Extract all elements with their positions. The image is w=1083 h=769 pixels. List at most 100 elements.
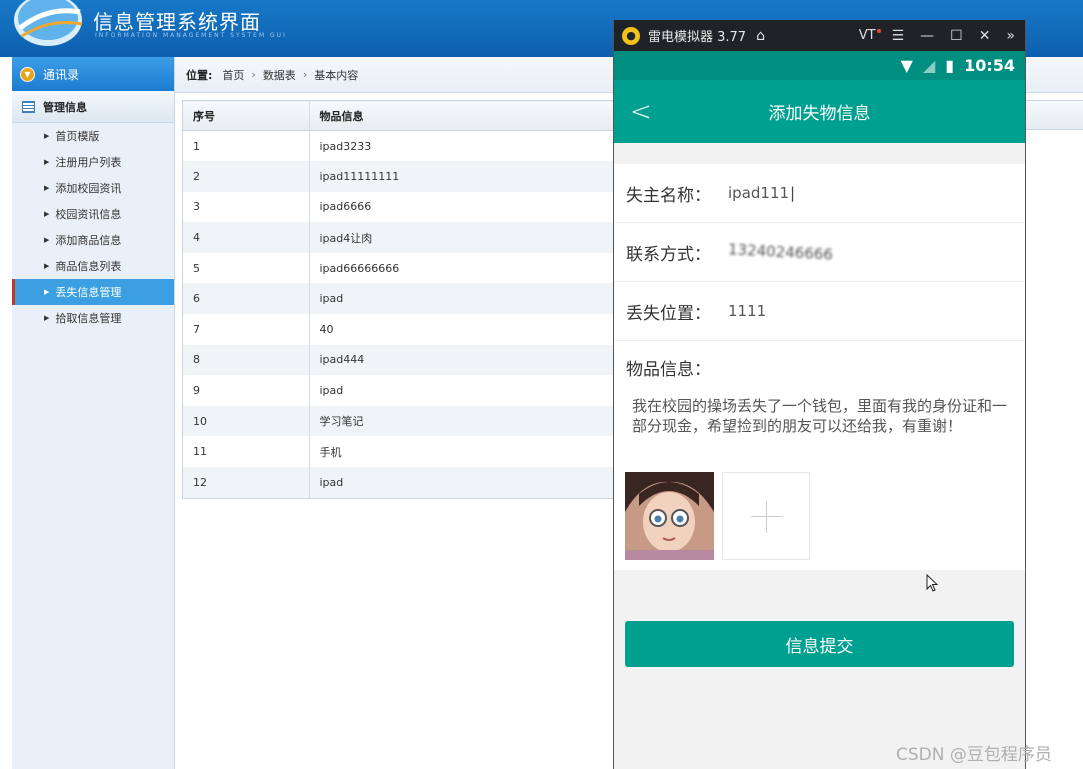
column-header-index[interactable]: 序号 bbox=[183, 100, 310, 131]
mouse-cursor-icon bbox=[926, 574, 938, 592]
table-header-row: 序号 物品信息 bbox=[183, 100, 615, 131]
table-row[interactable]: 10 学习笔记 bbox=[183, 405, 615, 437]
table-row[interactable]: 8 ipad444 bbox=[183, 344, 615, 376]
sidebar-item-label: 丢失信息管理 bbox=[55, 286, 122, 299]
close-icon[interactable]: ✕ bbox=[979, 28, 991, 44]
sidebar-item-label: 首页模版 bbox=[55, 130, 100, 143]
app-subtitle: INFORMATION MANAGEMENT SYSTEM GUI bbox=[95, 32, 287, 39]
sidebar-section-label: 管理信息 bbox=[43, 100, 87, 114]
sidebar-item-home-template[interactable]: ▶ 首页模版 bbox=[12, 123, 174, 149]
sidebar-item-contacts[interactable]: ▼ 通讯录 bbox=[12, 57, 174, 91]
cell-item-info: ipad bbox=[309, 375, 615, 406]
breadcrumb: 位置: 首页 › 数据表 › 基本内容 bbox=[175, 57, 615, 93]
cell-index: 6 bbox=[183, 283, 310, 315]
emulator-window: ● 雷电模拟器 3.77 ⌂ VT ☰ — ☐ ✕ » ▼ ◢ ▮ 10:54 … bbox=[613, 20, 1026, 769]
description-label: 物品信息： bbox=[626, 360, 711, 380]
cell-index: 12 bbox=[183, 467, 310, 498]
table-row[interactable]: 1 ipad3233 bbox=[183, 130, 615, 162]
screen-title: 添加失物信息 bbox=[768, 104, 871, 124]
cell-item-info: ipad bbox=[309, 467, 615, 498]
breadcrumb-label: 位置: bbox=[186, 68, 213, 82]
lost-item-form: 失主名称： ipad111 联系方式： 13240246666 丢失位置： 11… bbox=[614, 164, 1025, 570]
list-icon bbox=[22, 100, 35, 113]
no-signal-icon: ◢ bbox=[922, 56, 936, 75]
sidebar-item-lost-manage[interactable]: ▶ 丢失信息管理 bbox=[12, 279, 174, 305]
owner-name-row: 失主名称： ipad111 bbox=[614, 164, 1025, 223]
table-row[interactable]: 9 ipad bbox=[183, 375, 615, 406]
emulator-title: 雷电模拟器 3.77 bbox=[648, 30, 747, 45]
data-table: 序号 物品信息 1 ipad3233 2 ipad11111111 3 ipad6666 4… bbox=[182, 100, 615, 499]
table-row[interactable]: 4 ipad4让肉 bbox=[183, 222, 615, 253]
cell-item-info: 40 bbox=[309, 314, 615, 345]
breadcrumb-link-datatable[interactable]: 数据表 bbox=[263, 67, 296, 83]
globe-logo-icon bbox=[14, 0, 83, 46]
sidebar: ▼ 通讯录 管理信息 ▶ 首页模版 ▶ 注册用户列表 ▶ 添加校园资讯 ▶ 校园… bbox=[12, 57, 175, 769]
description-textarea[interactable]: 我在校园的操场丢失了一个钱包，里面有我的身份证和一部分现金，希望捡到的朋友可以还… bbox=[614, 380, 1025, 436]
image-picker bbox=[614, 436, 1025, 570]
maximize-icon[interactable]: ☐ bbox=[950, 28, 963, 44]
back-arrow-icon[interactable]: < bbox=[630, 97, 652, 127]
cell-index: 5 bbox=[183, 252, 310, 284]
location-label: 丢失位置： bbox=[626, 303, 711, 324]
menu-icon[interactable]: ☰ bbox=[892, 28, 905, 44]
sidebar-item-label: 校园资讯信息 bbox=[55, 208, 122, 221]
sidebar-item-label: 添加校园资讯 bbox=[55, 182, 122, 195]
table-row[interactable]: 7 40 bbox=[183, 314, 615, 345]
column-header-item-info[interactable]: 物品信息 bbox=[309, 100, 615, 131]
cell-index: 10 bbox=[183, 405, 310, 437]
wifi-icon: ▼ bbox=[900, 56, 913, 75]
cell-item-info: ipad444 bbox=[309, 344, 615, 376]
location-input[interactable]: 1111 bbox=[728, 302, 766, 320]
android-status-bar: ▼ ◢ ▮ 10:54 bbox=[614, 51, 1025, 80]
sidebar-item-user-list[interactable]: ▶ 注册用户列表 bbox=[12, 149, 174, 175]
table-row[interactable]: 6 ipad bbox=[183, 283, 615, 315]
add-photo-button[interactable] bbox=[722, 472, 810, 560]
caret-right-icon: ▶ bbox=[44, 236, 50, 244]
submit-button[interactable]: 信息提交 bbox=[625, 621, 1014, 667]
contact-input[interactable]: 13240246666 bbox=[728, 240, 834, 263]
breadcrumb-current: 基本内容 bbox=[314, 68, 359, 82]
contact-row: 联系方式： 13240246666 bbox=[614, 223, 1025, 282]
sidebar-item-add-product[interactable]: ▶ 添加商品信息 bbox=[12, 227, 174, 253]
sidebar-item-add-news[interactable]: ▶ 添加校园资讯 bbox=[12, 175, 174, 201]
table-overflow-right bbox=[1025, 100, 1083, 130]
table-row[interactable]: 3 ipad6666 bbox=[183, 191, 615, 223]
cell-item-info: 手机 bbox=[309, 436, 615, 468]
status-clock: 10:54 bbox=[964, 56, 1015, 75]
caret-right-icon: ▶ bbox=[44, 262, 50, 270]
sidebar-item-label: 商品信息列表 bbox=[55, 260, 122, 273]
contact-label: 联系方式： bbox=[626, 244, 711, 265]
emulator-titlebar: ● 雷电模拟器 3.77 ⌂ VT ☰ — ☐ ✕ » bbox=[614, 20, 1025, 51]
minimize-icon[interactable]: — bbox=[920, 28, 934, 44]
sidebar-item-found-manage[interactable]: ▶ 拾取信息管理 bbox=[12, 305, 174, 331]
table-row[interactable]: 5 ipad66666666 bbox=[183, 252, 615, 284]
sidebar-section-manage[interactable]: 管理信息 bbox=[12, 91, 174, 123]
cell-index: 1 bbox=[183, 130, 310, 162]
owner-name-input[interactable]: ipad111 bbox=[728, 184, 795, 202]
sidebar-top-label: 通讯录 bbox=[43, 67, 80, 82]
cell-item-info: 学习笔记 bbox=[309, 405, 615, 437]
vt-indicator[interactable]: VT bbox=[859, 28, 881, 43]
cell-item-info: ipad11111111 bbox=[309, 161, 615, 192]
cell-index: 11 bbox=[183, 436, 310, 468]
table-row[interactable]: 2 ipad11111111 bbox=[183, 161, 615, 192]
chevron-down-icon: ▼ bbox=[20, 66, 35, 82]
expand-sidebar-icon[interactable]: » bbox=[1006, 28, 1015, 44]
cell-index: 8 bbox=[183, 344, 310, 376]
cell-item-info: ipad66666666 bbox=[309, 252, 615, 284]
cell-index: 4 bbox=[183, 222, 310, 253]
uploaded-photo-thumbnail[interactable] bbox=[625, 472, 714, 560]
breadcrumb-link-home[interactable]: 首页 bbox=[222, 67, 244, 83]
table-row[interactable]: 11 手机 bbox=[183, 436, 615, 468]
sidebar-item-news-info[interactable]: ▶ 校园资讯信息 bbox=[12, 201, 174, 227]
gamepad-icon[interactable]: ⌂ bbox=[756, 28, 765, 44]
cell-item-info: ipad bbox=[309, 283, 615, 315]
table-row[interactable]: 12 ipad bbox=[183, 467, 615, 498]
caret-right-icon: ▶ bbox=[44, 210, 50, 218]
cell-index: 7 bbox=[183, 314, 310, 345]
cell-item-info: ipad4让肉 bbox=[309, 222, 615, 253]
breadcrumb-bar-right bbox=[1025, 57, 1083, 93]
breadcrumb-separator-icon: › bbox=[302, 68, 308, 81]
sidebar-item-label: 注册用户列表 bbox=[55, 156, 122, 169]
sidebar-item-product-list[interactable]: ▶ 商品信息列表 bbox=[12, 253, 174, 279]
